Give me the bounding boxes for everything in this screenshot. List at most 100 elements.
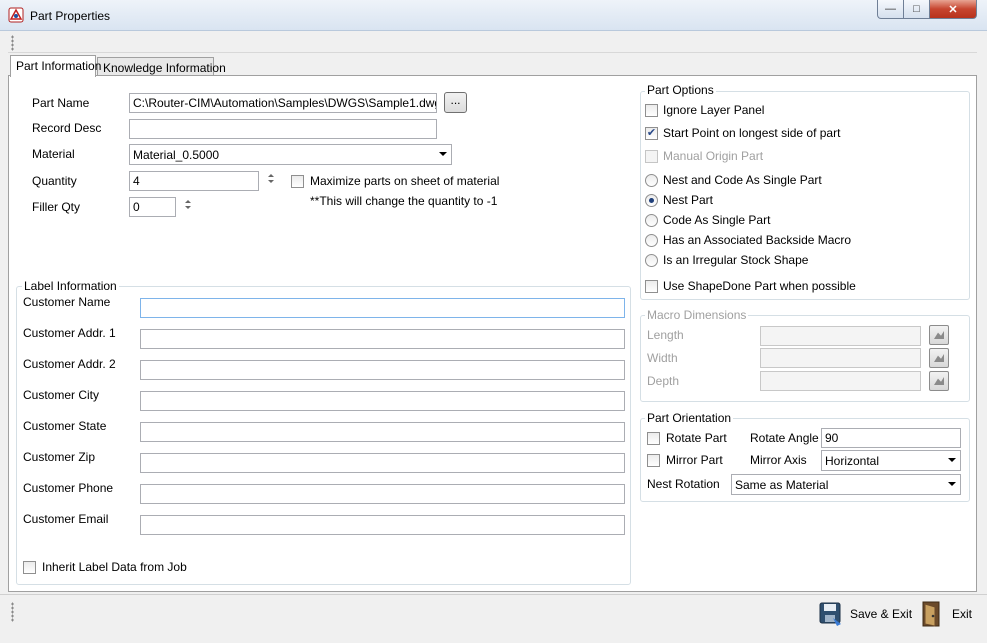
- customer-phone-label: Customer Phone: [23, 481, 114, 495]
- mirror-part-checkbox[interactable]: [647, 454, 660, 467]
- part-name-label: Part Name: [32, 96, 90, 110]
- save-exit-button[interactable]: Save & Exit: [817, 600, 913, 628]
- filler-qty-stepper[interactable]: [181, 197, 194, 217]
- toolstrip-divider: [8, 52, 977, 53]
- customer-state-label: Customer State: [23, 419, 107, 433]
- maximize-label: Maximize parts on sheet of material: [310, 174, 500, 188]
- ignore-layer-checkbox[interactable]: [645, 104, 658, 117]
- quantity-field[interactable]: 4: [129, 171, 259, 191]
- customer-phone-field[interactable]: [140, 484, 625, 504]
- quantity-stepper[interactable]: [264, 171, 277, 191]
- tab-part-information[interactable]: Part Information: [10, 55, 101, 77]
- width-label: Width: [647, 351, 678, 365]
- quantity-label: Quantity: [32, 174, 77, 188]
- manual-origin-label: Manual Origin Part: [663, 149, 764, 163]
- mirror-axis-value: Horizontal: [825, 454, 880, 468]
- bottom-toolstrip-grip[interactable]: [11, 602, 14, 622]
- radio-label: Has an Associated Backside Macro: [663, 233, 852, 247]
- shapedone-checkbox[interactable]: [645, 280, 658, 293]
- close-button[interactable]: ✕: [930, 0, 977, 19]
- chevron-down-icon: [948, 458, 956, 462]
- arrow-down-icon: [267, 180, 274, 183]
- customer-addr1-label: Customer Addr. 1: [23, 326, 116, 340]
- maximize-icon: □: [913, 3, 920, 15]
- record-desc-label: Record Desc: [32, 121, 102, 135]
- length-label: Length: [647, 328, 684, 342]
- nest-rotation-label: Nest Rotation: [647, 477, 720, 491]
- radio-label: Nest Part: [663, 193, 714, 207]
- window-title: Part Properties: [30, 9, 111, 23]
- maximize-note: **This will change the quantity to -1: [310, 194, 498, 208]
- width-field[interactable]: [760, 348, 921, 368]
- exit-label: Exit: [952, 607, 973, 621]
- radio-irregular-stock[interactable]: [645, 254, 658, 267]
- checkmark-icon: ✔: [646, 127, 657, 139]
- customer-name-field[interactable]: [140, 298, 625, 318]
- radio-label: Code As Single Part: [663, 213, 771, 227]
- mirror-part-label: Mirror Part: [666, 453, 723, 467]
- arrow-down-icon: [184, 206, 191, 209]
- maximize-button[interactable]: □: [904, 0, 930, 19]
- close-icon: ✕: [948, 3, 958, 16]
- manual-origin-checkbox[interactable]: [645, 150, 658, 163]
- tab-knowledge-information[interactable]: Knowledge Information: [97, 57, 226, 75]
- toolstrip-grip[interactable]: [11, 35, 14, 51]
- save-icon: [819, 602, 841, 626]
- nest-rotation-select[interactable]: Same as Material: [731, 474, 961, 495]
- filler-qty-label: Filler Qty: [32, 200, 80, 214]
- chevron-down-icon: [439, 152, 447, 156]
- browse-button[interactable]: ...: [444, 92, 467, 113]
- rotate-angle-field[interactable]: 90: [821, 428, 961, 448]
- depth-field[interactable]: [760, 371, 921, 391]
- customer-addr2-field[interactable]: [140, 360, 625, 380]
- customer-zip-field[interactable]: [140, 453, 625, 473]
- mirror-axis-select[interactable]: Horizontal: [821, 450, 961, 471]
- customer-city-label: Customer City: [23, 388, 100, 402]
- minimize-button[interactable]: —: [877, 0, 904, 19]
- save-exit-label: Save & Exit: [850, 607, 913, 621]
- ignore-layer-label: Ignore Layer Panel: [663, 103, 765, 117]
- minimize-icon: —: [885, 3, 896, 15]
- macro-dimensions-title: Macro Dimensions: [645, 308, 749, 322]
- radio-nest-and-code-single[interactable]: [645, 174, 658, 187]
- arrow-up-icon: [267, 174, 274, 177]
- depth-label: Depth: [647, 374, 680, 388]
- inherit-label-checkbox[interactable]: [23, 561, 36, 574]
- filler-qty-field[interactable]: 0: [129, 197, 176, 217]
- customer-email-field[interactable]: [140, 515, 625, 535]
- exit-button[interactable]: Exit: [919, 600, 975, 628]
- label-information-title: Label Information: [22, 279, 119, 293]
- customer-city-field[interactable]: [140, 391, 625, 411]
- radio-backside-macro[interactable]: [645, 234, 658, 247]
- radio-label: Nest and Code As Single Part: [663, 173, 822, 187]
- radio-label: Is an Irregular Stock Shape: [663, 253, 809, 267]
- depth-pick-button[interactable]: [929, 371, 949, 391]
- customer-email-label: Customer Email: [23, 512, 109, 526]
- length-field[interactable]: [760, 326, 921, 346]
- tab-label: Part Information: [16, 59, 102, 73]
- maximize-checkbox[interactable]: [291, 175, 304, 188]
- nest-rotation-value: Same as Material: [735, 478, 829, 492]
- customer-state-field[interactable]: [140, 422, 625, 442]
- material-label: Material: [32, 147, 75, 161]
- customer-name-label: Customer Name: [23, 295, 111, 309]
- rotate-part-checkbox[interactable]: [647, 432, 660, 445]
- app-icon: [8, 7, 24, 23]
- start-point-label: Start Point on longest side of part: [663, 126, 841, 140]
- arrow-up-icon: [184, 200, 191, 203]
- record-desc-field[interactable]: [129, 119, 437, 139]
- material-value: Material_0.5000: [133, 148, 220, 162]
- customer-zip-label: Customer Zip: [23, 450, 96, 464]
- rotate-part-label: Rotate Part: [666, 431, 727, 445]
- title-bar: Part Properties — □ ✕: [0, 0, 987, 31]
- customer-addr1-field[interactable]: [140, 329, 625, 349]
- length-pick-button[interactable]: [929, 325, 949, 345]
- tab-label: Knowledge Information: [103, 61, 226, 75]
- start-point-checkbox[interactable]: ✔: [645, 127, 658, 140]
- radio-nest-part[interactable]: [645, 194, 658, 207]
- part-name-field[interactable]: C:\Router-CIM\Automation\Samples\DWGS\Sa…: [129, 93, 437, 113]
- material-select[interactable]: Material_0.5000: [129, 144, 452, 165]
- radio-code-single-part[interactable]: [645, 214, 658, 227]
- part-orientation-title: Part Orientation: [645, 411, 734, 425]
- width-pick-button[interactable]: [929, 348, 949, 368]
